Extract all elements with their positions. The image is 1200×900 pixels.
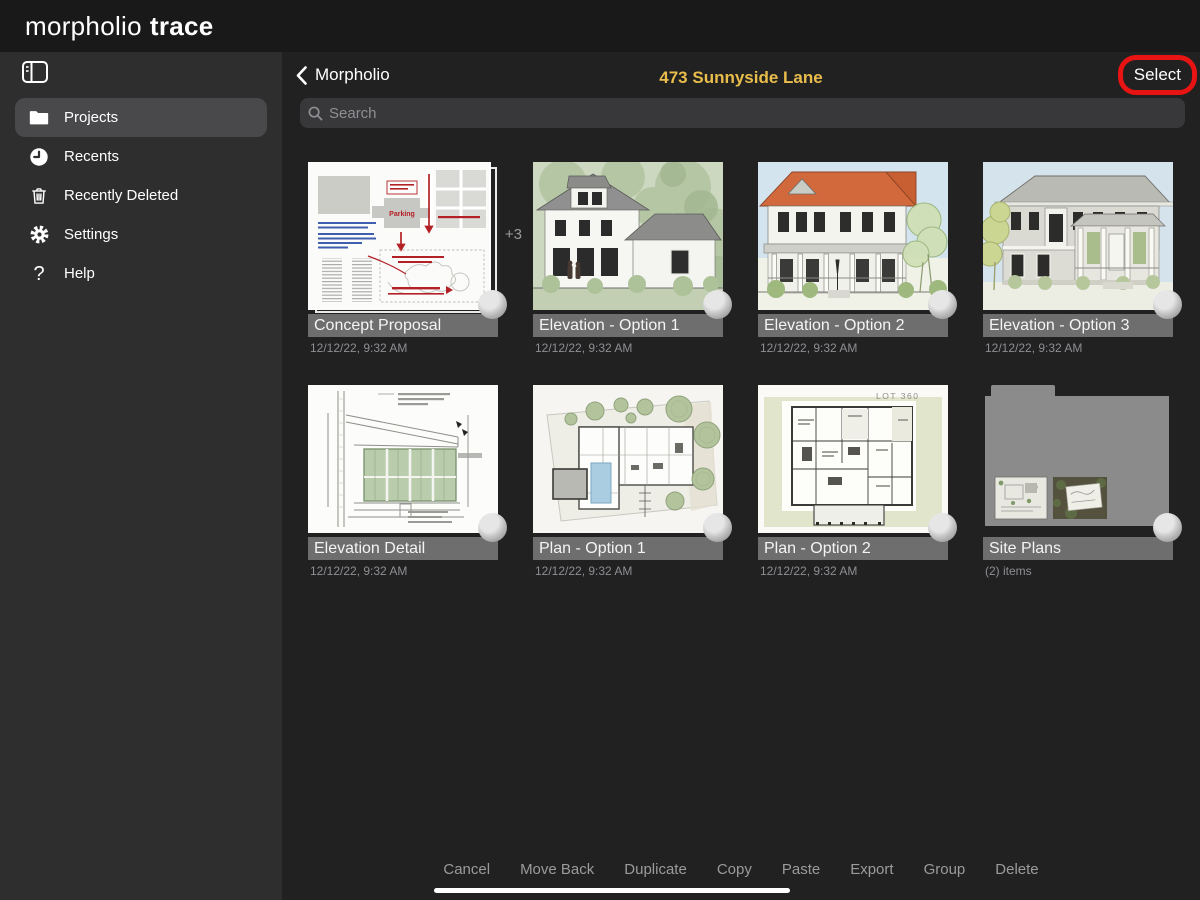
sidebar-item-label: Recents xyxy=(64,148,120,165)
select-button[interactable]: Select xyxy=(1134,65,1181,84)
card-date: 12/12/22, 9:32 AM xyxy=(310,564,408,578)
app-logo: morpholio trace xyxy=(25,11,214,42)
sidebar-item-label: Recently Deleted xyxy=(64,187,179,204)
cancel-button[interactable]: Cancel xyxy=(443,861,490,878)
sidebar-item-recently-deleted[interactable]: Recently Deleted xyxy=(15,176,267,215)
thumbnail-concept-proposal: Parking +3 xyxy=(308,162,522,319)
card-date: 12/12/22, 9:32 AM xyxy=(310,341,408,355)
card-elevation-option-1[interactable]: Elevation - Option 1 12/12/22, 9:32 AM xyxy=(533,162,732,355)
search-placeholder: Search xyxy=(329,104,377,122)
card-concept-proposal[interactable]: Parking +3 Concept Proposal 12/12/22, 9:… xyxy=(308,162,522,355)
card-title: Plan - Option 2 xyxy=(758,537,948,560)
page-curl-badge xyxy=(928,290,957,319)
sidebar-item-label: Settings xyxy=(64,226,119,243)
card-title: Site Plans xyxy=(983,537,1173,560)
card-title: Elevation - Option 2 xyxy=(758,314,948,337)
card-elevation-detail[interactable]: Elevation Detail 12/12/22, 9:32 AM xyxy=(308,385,507,578)
annotation-highlight: Select xyxy=(1117,55,1197,95)
trash-icon xyxy=(27,184,51,208)
page-curl-badge xyxy=(1153,513,1182,542)
sidebar-nav: Projects Recents Recently Deleted Settin… xyxy=(0,98,282,293)
page-curl-badge xyxy=(1153,290,1182,319)
card-elevation-option-2[interactable]: Elevation - Option 2 12/12/22, 9:32 AM xyxy=(758,162,957,355)
thumbnail-elevation-option-1 xyxy=(533,162,732,319)
sidebar-item-settings[interactable]: Settings xyxy=(15,215,267,254)
page-curl-badge xyxy=(703,290,732,319)
thumbnail-site-plans-folder xyxy=(983,385,1182,542)
card-plan-option-1[interactable]: Plan - Option 1 12/12/22, 9:32 AM xyxy=(533,385,732,578)
svg-text:Parking: Parking xyxy=(389,211,415,218)
sidebar: Projects Recents Recently Deleted Settin… xyxy=(0,52,282,900)
copy-button[interactable]: Copy xyxy=(717,861,752,878)
card-date: 12/12/22, 9:32 AM xyxy=(985,341,1083,355)
page-curl-badge xyxy=(478,290,507,319)
page-curl-badge xyxy=(703,513,732,542)
home-indicator[interactable] xyxy=(434,888,790,893)
card-date: 12/12/22, 9:32 AM xyxy=(535,341,633,355)
duplicate-button[interactable]: Duplicate xyxy=(624,861,687,878)
card-date: 12/12/22, 9:32 AM xyxy=(760,564,858,578)
paste-button[interactable]: Paste xyxy=(782,861,820,878)
thumbnail-plan-option-2: LOT 360 xyxy=(758,385,957,542)
search-input[interactable]: Search xyxy=(300,98,1185,128)
thumbnail-elevation-detail xyxy=(308,385,507,542)
group-button[interactable]: Group xyxy=(924,861,966,878)
project-grid: Parking +3 Concept Proposal 12/12/22, 9:… xyxy=(308,162,1182,578)
folder-icon xyxy=(27,106,51,130)
delete-button[interactable]: Delete xyxy=(995,861,1038,878)
thumbnail-plan-option-1 xyxy=(533,385,732,542)
page-title: 473 Sunnyside Lane xyxy=(659,68,823,87)
card-date: 12/12/22, 9:32 AM xyxy=(760,341,858,355)
card-title: Elevation Detail xyxy=(308,537,498,560)
card-item-count: (2) items xyxy=(985,564,1032,578)
move-back-button[interactable]: Move Back xyxy=(520,861,594,878)
thumbnail-elevation-option-3 xyxy=(983,162,1182,319)
app-top-bar: morpholio trace xyxy=(0,0,1200,52)
search-icon xyxy=(308,106,323,120)
thumbnail-elevation-option-2 xyxy=(758,162,957,319)
bottom-toolbar: Cancel Move Back Duplicate Copy Paste Ex… xyxy=(282,861,1200,878)
sidebar-item-projects[interactable]: Projects xyxy=(15,98,267,137)
card-title: Plan - Option 1 xyxy=(533,537,723,560)
stack-count-badge: +3 xyxy=(504,226,522,243)
card-site-plans-folder[interactable]: Site Plans (2) items xyxy=(983,385,1182,578)
gear-icon xyxy=(27,223,51,247)
card-plan-option-2[interactable]: LOT 360 Plan - Option 2 12/12/22, 9:32 A… xyxy=(758,385,957,578)
sidebar-toggle-icon[interactable] xyxy=(22,61,48,83)
card-title: Elevation - Option 1 xyxy=(533,314,723,337)
sidebar-item-label: Help xyxy=(64,265,95,282)
card-elevation-option-3[interactable]: Elevation - Option 3 12/12/22, 9:32 AM xyxy=(983,162,1182,355)
sidebar-item-label: Projects xyxy=(64,109,119,126)
export-button[interactable]: Export xyxy=(850,861,893,878)
card-title: Concept Proposal xyxy=(308,314,498,337)
sidebar-item-recents[interactable]: Recents xyxy=(15,137,267,176)
logo-secondary: trace xyxy=(149,10,214,41)
clock-icon xyxy=(27,145,51,169)
sidebar-item-help[interactable]: ? Help xyxy=(15,254,267,293)
card-date: 12/12/22, 9:32 AM xyxy=(535,564,633,578)
page-curl-badge xyxy=(928,513,957,542)
card-title: Elevation - Option 3 xyxy=(983,314,1173,337)
question-icon: ? xyxy=(33,262,45,285)
logo-primary: morpholio xyxy=(25,10,142,41)
main-panel: Morpholio 473 Sunnyside Lane Select Sear… xyxy=(282,52,1200,900)
svg-text:LOT 360: LOT 360 xyxy=(876,391,919,401)
page-curl-badge xyxy=(478,513,507,542)
